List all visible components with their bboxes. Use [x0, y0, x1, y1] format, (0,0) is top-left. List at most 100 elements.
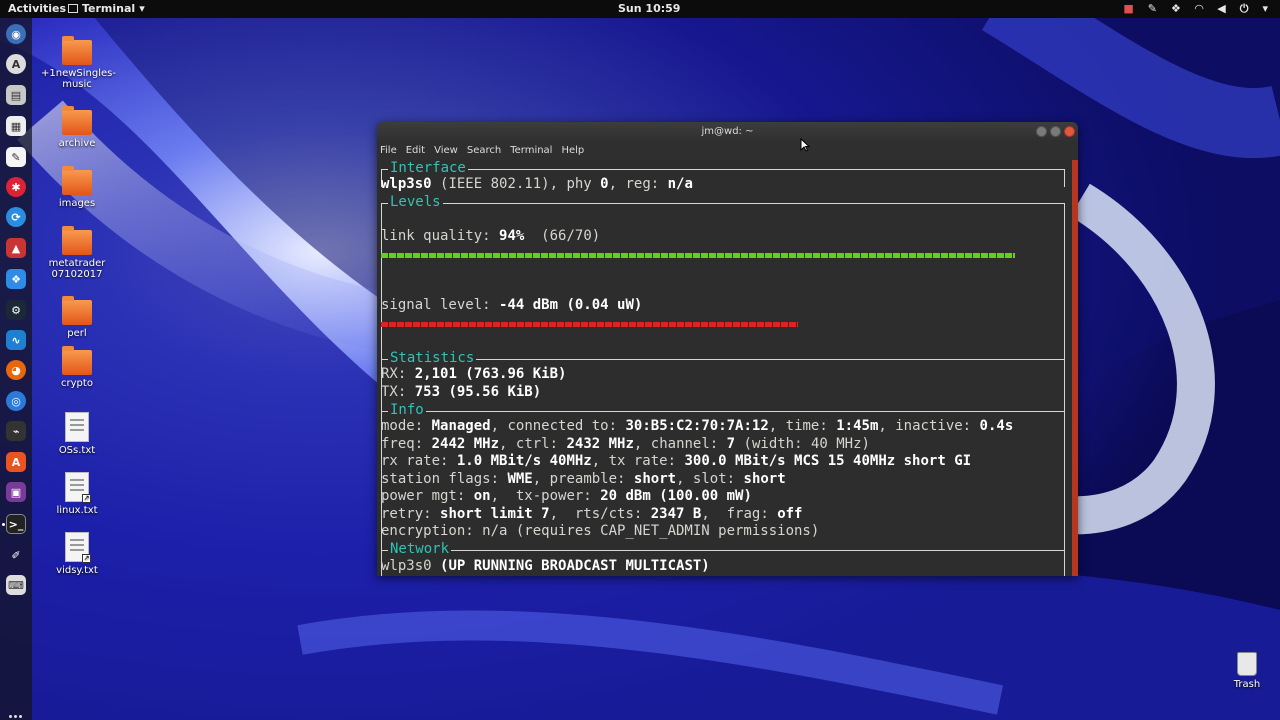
desktop-file[interactable]: OSs.txt [41, 412, 113, 456]
tx-line: TX: 753 (95.56 KiB) [381, 384, 542, 400]
desktop-icon-label: images [58, 198, 96, 209]
terminal-icon[interactable]: >_ [2, 514, 26, 534]
info-encryption-line: encryption: n/a (requires CAP_NET_ADMIN … [381, 523, 820, 539]
info-retry-line: retry: short limit 7, rts/cts: 2347 B, f… [381, 506, 803, 522]
desktop-folder[interactable]: archive [41, 106, 113, 149]
desktop-icon-label: linux.txt [56, 505, 98, 516]
terminal-scrollbar[interactable] [1072, 160, 1078, 576]
wifi-icon[interactable]: ◠ [1195, 2, 1203, 16]
activities-button[interactable]: Activities [8, 2, 66, 15]
desktop-icon-label: perl [67, 328, 87, 339]
mouse-pointer-icon [800, 138, 810, 152]
rx-line: RX: 2,101 (763.96 KiB) [381, 366, 567, 382]
window-titlebar[interactable]: jm@wd: ~ [377, 122, 1078, 142]
desktop-icon-label: +1newSingles-music [41, 68, 116, 90]
show-applications-icon[interactable] [9, 715, 23, 720]
text-file-icon: ↗ [65, 532, 91, 563]
steam-icon[interactable]: ⚙ [6, 300, 26, 320]
desktop-trash[interactable]: Trash [1224, 652, 1270, 690]
folder-icon [62, 36, 92, 65]
chevron-down-icon: ▾ [139, 2, 145, 15]
menu-help[interactable]: Help [561, 142, 584, 160]
signal-level-line: signal level: -44 dBm (0.04 uW) [381, 297, 643, 313]
desktop-file[interactable]: ↗ linux.txt [41, 472, 113, 516]
app-menu-label: Terminal [82, 2, 136, 15]
info-rate-line: rx rate: 1.0 MBit/s 40MHz, tx rate: 300.… [381, 453, 972, 469]
chevron-down-icon[interactable]: ▾ [1262, 2, 1268, 16]
trash-label: Trash [1233, 679, 1261, 690]
info-flags-line: station flags: WME, preamble: short, slo… [381, 471, 786, 487]
pane-title: Info [388, 401, 426, 419]
pane-title: Levels [388, 193, 443, 211]
menu-view[interactable]: View [434, 142, 458, 160]
desktop-folder[interactable]: +1newSingles-music [41, 36, 116, 90]
info-power-line: power mgt: on, tx-power: 20 dBm (100.00 … [381, 488, 752, 504]
desktop-folder[interactable]: perl [41, 296, 113, 339]
firefox-icon[interactable]: ◕ [6, 360, 26, 380]
link-quality-bar [381, 253, 1015, 258]
info-freq-line: freq: 2442 MHz, ctrl: 2432 MHz, channel:… [381, 436, 870, 452]
folder-icon [62, 226, 92, 255]
app-icon[interactable]: ▣ [6, 482, 26, 502]
text-file-icon: ↗ [65, 472, 91, 503]
trash-icon [1237, 652, 1257, 676]
signal-level-bar [381, 322, 798, 327]
app-icon[interactable]: ⌁ [6, 421, 26, 441]
maximize-button[interactable] [1050, 126, 1061, 137]
terminal-window[interactable]: jm@wd: ~ File Edit View Search Terminal … [377, 122, 1078, 576]
text-editor-icon[interactable]: ✎ [6, 147, 26, 167]
app-icon[interactable]: ✐ [6, 545, 26, 565]
info-mode-line: mode: Managed, connected to: 30:B5:C2:70… [381, 418, 1014, 434]
menu-terminal[interactable]: Terminal [510, 142, 552, 160]
terminal-screen[interactable]: Interface wlp3s0 (IEEE 802.11), phy 0, r… [377, 160, 1072, 576]
folder-icon [62, 346, 92, 375]
app-menu[interactable]: Terminal ▾ [68, 2, 145, 15]
menu-bar: File Edit View Search Terminal Help [377, 142, 1078, 160]
dock: ◉ A ▤ ▦ ✎ ✱ ⟳ ▲ ❖ ⚙ ∿ ◕ ◎ ⌁ A ▣ >_ ✐ ⌨ [0, 18, 32, 720]
calculator-icon[interactable]: ▦ [6, 116, 26, 136]
pane-title: Network [388, 540, 452, 558]
system-monitor-icon[interactable]: ∿ [6, 330, 26, 350]
link-badge-icon: ↗ [82, 554, 91, 563]
volume-icon[interactable]: ◀ [1217, 2, 1225, 16]
desktop-icon-label: archive [58, 138, 96, 149]
close-button[interactable] [1064, 126, 1075, 137]
notes-icon[interactable]: ✎ [1148, 2, 1157, 16]
link-badge-icon: ↗ [82, 494, 91, 503]
pane-title: Statistics [388, 349, 477, 367]
link-quality-line: link quality: 94% (66/70) [381, 228, 601, 244]
app-icon[interactable]: ✱ [6, 177, 26, 197]
app-icon[interactable]: ▲ [6, 238, 26, 258]
pane-title: Interface [388, 160, 468, 177]
interface-line: wlp3s0 (IEEE 802.11), phy 0, reg: n/a [381, 176, 693, 192]
dropbox-icon[interactable]: ❖ [1171, 2, 1181, 16]
menu-edit[interactable]: Edit [406, 142, 425, 160]
folder-icon [62, 106, 92, 135]
software-updater-icon[interactable]: A [6, 54, 26, 74]
menu-search[interactable]: Search [467, 142, 501, 160]
software-center-icon[interactable]: A [6, 452, 26, 472]
chromium-icon[interactable]: ◉ [6, 24, 26, 44]
desktop-icon-label: crypto [61, 378, 93, 389]
network-line: wlp3s0 (UP RUNNING BROADCAST MULTICAST) [381, 558, 710, 574]
system-tray[interactable]: ■ ✎ ❖ ◠ ◀ ⏻ ▾ [1123, 2, 1268, 16]
desktop-folder[interactable]: metatrader 07102017 [41, 226, 113, 280]
terminal-icon [68, 4, 78, 13]
menu-file[interactable]: File [380, 142, 397, 160]
minimize-button[interactable] [1036, 126, 1047, 137]
clock[interactable]: Sun 10:59 [618, 2, 680, 15]
screen-record-icon[interactable]: ■ [1123, 2, 1133, 16]
desktop-folder[interactable]: images [41, 166, 113, 209]
text-file-icon [65, 412, 89, 442]
app-icon[interactable]: ⟳ [6, 207, 26, 227]
desktop-icon-label: OSs.txt [58, 445, 96, 456]
desktop-file[interactable]: ↗ vidsy.txt [41, 532, 113, 576]
files-icon[interactable]: ▤ [6, 85, 26, 105]
desktop-folder[interactable]: crypto [41, 346, 113, 389]
folder-icon [62, 296, 92, 325]
power-icon[interactable]: ⏻ [1240, 2, 1249, 16]
dropbox-icon[interactable]: ❖ [6, 269, 26, 289]
keyboard-icon[interactable]: ⌨ [6, 575, 26, 595]
chrome-icon[interactable]: ◎ [6, 391, 26, 411]
desktop-icon-label: vidsy.txt [56, 565, 98, 576]
